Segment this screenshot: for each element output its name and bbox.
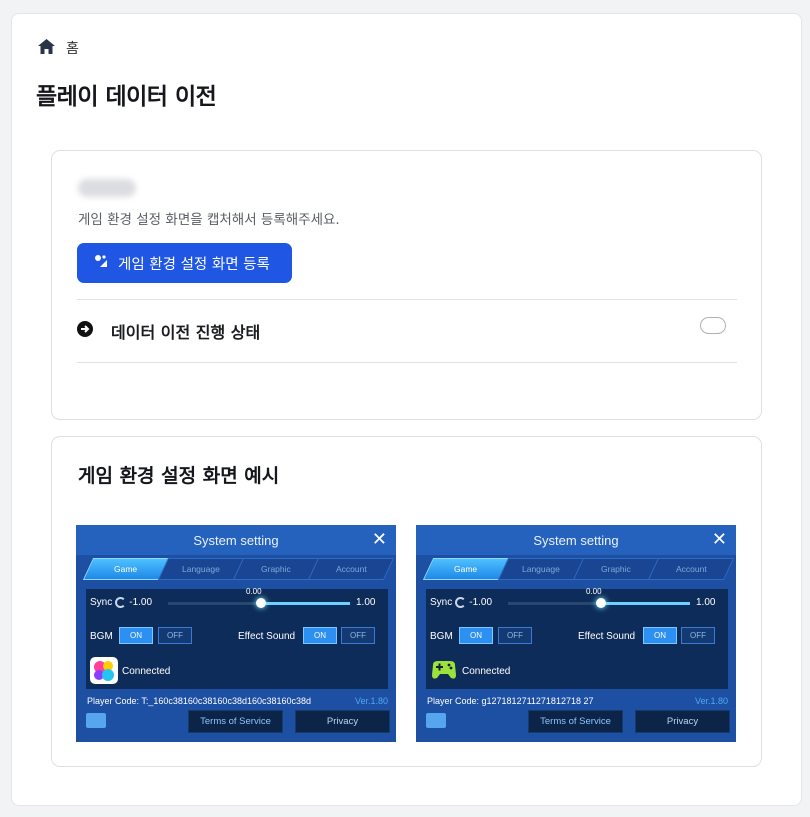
game-tabs: Game Language Graphic Account xyxy=(422,558,735,580)
upload-card: 게임 환경 설정 화면을 캡처해서 등록해주세요. 게임 환경 설정 화면 등록… xyxy=(51,150,762,420)
sync-row: Sync -1.00 xyxy=(90,597,153,608)
upload-icon xyxy=(94,254,108,272)
effect-off: OFF xyxy=(681,627,715,644)
close-icon: ✕ xyxy=(711,529,727,549)
tab-graphic: Graphic xyxy=(572,558,660,580)
connected-label: Connected xyxy=(122,666,171,677)
register-button-label: 게임 환경 설정 화면 등록 xyxy=(118,256,270,273)
player-code: Player Code: g1271812711271812718 27 xyxy=(427,696,594,706)
tab-graphic: Graphic xyxy=(232,558,320,580)
effect-sound-label: Effect Sound xyxy=(238,631,296,642)
bgm-off: OFF xyxy=(158,627,192,644)
divider xyxy=(77,362,737,363)
register-screenshot-button[interactable]: 게임 환경 설정 화면 등록 xyxy=(77,243,292,283)
sync-value: 0.00 xyxy=(246,587,262,596)
sync-slider xyxy=(508,598,690,608)
example-screenshot-1: System setting ✕ Game Language Graphic A… xyxy=(76,525,396,742)
example-card: 게임 환경 설정 화면 예시 System setting ✕ Game Lan… xyxy=(51,436,762,767)
bgm-on: ON xyxy=(459,627,493,644)
effect-on: ON xyxy=(303,627,337,644)
transfer-status-row: 데이터 이전 진행 상태 xyxy=(77,317,737,343)
player-code: Player Code: T:_160c38160c38160c38d160c3… xyxy=(87,696,312,706)
status-toggle[interactable] xyxy=(700,317,726,334)
blurred-heading xyxy=(78,179,136,197)
tab-account: Account xyxy=(647,558,735,580)
game-title: System setting xyxy=(533,533,619,548)
breadcrumb: 홈 xyxy=(38,38,79,58)
slider-knob xyxy=(256,598,266,608)
sync-icon xyxy=(455,597,467,608)
game-title: System setting xyxy=(193,533,279,548)
connected-label: Connected xyxy=(462,666,511,677)
game-tabs: Game Language Graphic Account xyxy=(82,558,395,580)
effect-sound-label: Effect Sound xyxy=(578,631,636,642)
tab-game: Game xyxy=(82,558,170,580)
page-title: 플레이 데이터 이전 xyxy=(36,84,217,110)
sync-slider xyxy=(168,598,350,608)
effect-off: OFF xyxy=(341,627,375,644)
sync-max: 1.00 xyxy=(356,597,376,608)
close-icon: ✕ xyxy=(371,529,387,549)
bgm-on: ON xyxy=(119,627,153,644)
bgm-off: OFF xyxy=(498,627,532,644)
tab-account: Account xyxy=(307,558,395,580)
arrow-right-circle-icon xyxy=(77,321,93,341)
game-center-icon xyxy=(90,657,118,684)
example-screenshot-2: System setting ✕ Game Language Graphic A… xyxy=(416,525,736,742)
example-title: 게임 환경 설정 화면 예시 xyxy=(78,465,280,487)
sync-row: Sync -1.00 xyxy=(430,597,493,608)
privacy-button: Privacy xyxy=(635,710,730,733)
tab-language: Language xyxy=(497,558,585,580)
home-icon[interactable] xyxy=(38,38,55,58)
bgm-label: BGM xyxy=(430,631,453,642)
sync-value: 0.00 xyxy=(586,587,602,596)
version-label: Ver.1.80 xyxy=(694,696,728,706)
sync-icon xyxy=(115,597,127,608)
bgm-label: BGM xyxy=(90,631,113,642)
transfer-status-label: 데이터 이전 진행 상태 xyxy=(111,323,261,342)
page-container: 홈 플레이 데이터 이전 게임 환경 설정 화면을 캡처해서 등록해주세요. 게… xyxy=(11,13,802,806)
tab-language: Language xyxy=(157,558,245,580)
version-label: Ver.1.80 xyxy=(354,696,388,706)
effect-on: ON xyxy=(643,627,677,644)
terms-button: Terms of Service xyxy=(528,710,623,733)
breadcrumb-home[interactable]: 홈 xyxy=(66,38,79,58)
chat-icon xyxy=(426,713,446,728)
terms-button: Terms of Service xyxy=(188,710,283,733)
game-settings-body: Sync -1.00 0.00 1.00 BGM ON OFF Effect S… xyxy=(86,587,388,689)
chat-icon xyxy=(86,713,106,728)
tab-game: Game xyxy=(422,558,510,580)
game-settings-body: Sync -1.00 0.00 1.00 BGM ON OFF Effect S… xyxy=(426,587,728,689)
gamepad-icon xyxy=(430,657,458,684)
privacy-button: Privacy xyxy=(295,710,390,733)
sync-max: 1.00 xyxy=(696,597,716,608)
slider-knob xyxy=(596,598,606,608)
divider xyxy=(77,299,737,300)
upload-description: 게임 환경 설정 화면을 캡처해서 등록해주세요. xyxy=(78,212,340,228)
